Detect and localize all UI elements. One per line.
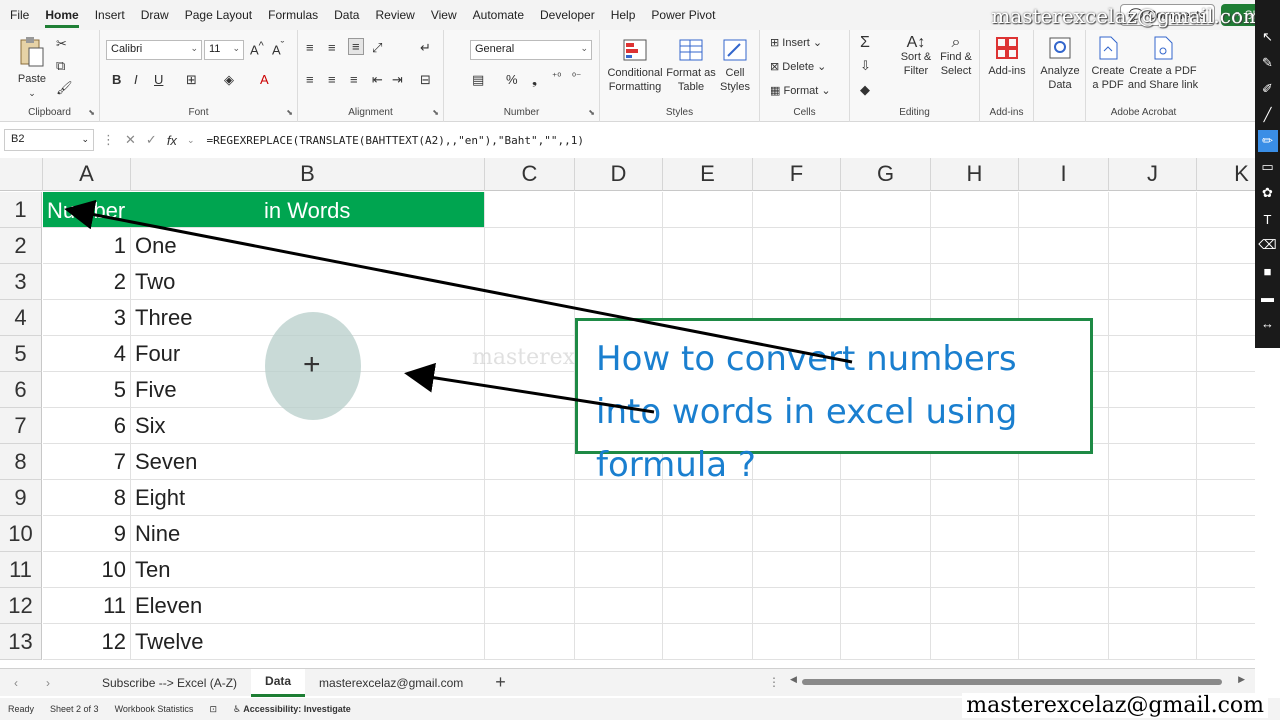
text-icon[interactable]: T (1258, 208, 1278, 230)
scroll-right-icon[interactable]: ▶ (1238, 674, 1245, 685)
marker-icon[interactable]: ✐ (1258, 78, 1278, 100)
expand-icon[interactable]: ↔ (1258, 312, 1278, 334)
more-icon[interactable]: ⋮ (768, 675, 780, 689)
accessibility-icon: ♿ (232, 703, 242, 714)
sheet-tab[interactable]: masterexcelaz@gmail.com (305, 669, 477, 697)
rectangle-icon[interactable]: ▭ (1258, 156, 1278, 178)
pointer-icon[interactable]: ↖ (1258, 26, 1278, 48)
highlighter-icon[interactable]: ✏ (1257, 130, 1278, 152)
status-sheet: Sheet 2 of 3 (50, 704, 99, 714)
watermark-top: masterexcelaz@gmail.com (991, 4, 1262, 28)
macro-icon[interactable]: ⊡ (209, 704, 217, 715)
chevron-right-icon[interactable]: › (46, 676, 50, 690)
annotation-arrows (64, 199, 853, 414)
scroll-left-icon[interactable]: ◀ (790, 674, 797, 685)
status-ready: Ready (8, 704, 35, 714)
status-workbook-stats[interactable]: Workbook Statistics (115, 704, 194, 714)
eraser-icon[interactable]: ⌫ (1258, 234, 1278, 256)
accessibility-label: Accessibility: Investigate (243, 703, 351, 714)
drawing-toolbar: ↖ ✎ ✐ ╱ ✏ ▭ ✿ T ⌫ ■ ▬ ↔ (1255, 0, 1280, 348)
chevron-left-icon[interactable]: ‹ (14, 676, 18, 690)
arrow-to-header (64, 199, 853, 364)
palette-icon[interactable]: ✿ (1258, 182, 1278, 204)
line-icon[interactable]: ╱ (1258, 104, 1278, 126)
stroke-width-icon[interactable]: ▬ (1258, 286, 1278, 308)
arrow-to-cursor (404, 362, 655, 414)
scrollbar-thumb[interactable] (802, 679, 1222, 685)
watermark-bottom: masterexcelaz@gmail.com (962, 693, 1268, 718)
tab-navigation: ‹ › (0, 676, 64, 690)
pen-icon[interactable]: ✎ (1258, 52, 1278, 74)
sheet-tab[interactable]: Data (251, 668, 306, 697)
add-sheet-icon[interactable]: + (495, 672, 506, 693)
color-swatch-icon[interactable]: ■ (1258, 260, 1278, 282)
status-accessibility[interactable]: ♿ Accessibility: Investigate (233, 704, 351, 715)
sheet-tabs: Subscribe --> Excel (A-Z) Data masterexcel… (88, 668, 477, 697)
horizontal-scrollbar[interactable]: ◀ ▶ (790, 674, 1245, 687)
sheet-tab-bar: ‹ › Subscribe --> Excel (A-Z) Data mastere… (0, 668, 1255, 697)
sheet-tab[interactable]: Subscribe --> Excel (A-Z) (88, 669, 251, 697)
